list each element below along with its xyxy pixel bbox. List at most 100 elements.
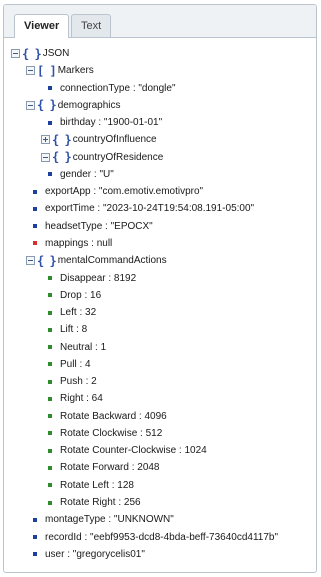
tree-row: Drop : 16 <box>45 287 101 304</box>
tree-node-label: Rotate Right : 256 <box>60 497 141 509</box>
tree-row: Right : 64 <box>45 390 103 407</box>
tree-row: Push : 2 <box>45 373 97 390</box>
value-bullet-icon <box>33 517 37 522</box>
value-bullet-icon <box>33 189 37 194</box>
array-icon: [ ] <box>37 63 57 78</box>
value-bullet-icon <box>48 414 52 419</box>
json-viewer-panel: Viewer Text { } JSON[ ] Markers connectionT… <box>3 4 317 573</box>
collapse-toggle-icon[interactable] <box>26 256 35 266</box>
tree-row[interactable]: { } demographics <box>26 97 121 114</box>
tree-row: montageType : "UNKNOWN" <box>30 511 174 528</box>
object-icon: { } <box>52 150 72 165</box>
tree-row: Disappear : 8192 <box>45 270 136 287</box>
tree-row: headsetType : "EPOCX" <box>30 218 153 235</box>
tree-node-label: exportApp : "com.emotiv.emotivpro" <box>45 186 204 198</box>
expand-toggle-icon[interactable] <box>41 135 50 145</box>
tree-node-label: mentalCommandActions <box>57 255 167 267</box>
tree-row: user : "gregorycelis01" <box>30 546 145 563</box>
tree-node-label: JSON <box>42 48 70 59</box>
tree-row: Rotate Right : 256 <box>45 494 141 511</box>
tree-row: Pull : 4 <box>45 356 91 373</box>
value-bullet-icon <box>48 293 52 298</box>
tree-row: recordId : "eebf9953-dcd8-4bda-beff-7364… <box>30 529 278 546</box>
tree-node-label: Rotate Clockwise : 512 <box>60 427 163 439</box>
tree-node-label: Rotate Counter-Clockwise : 1024 <box>60 445 207 457</box>
value-bullet-icon <box>48 327 52 332</box>
object-icon: { } <box>22 46 42 61</box>
collapse-toggle-icon[interactable] <box>11 49 20 58</box>
tab-viewer[interactable]: Viewer <box>14 14 70 38</box>
tree-node-label: recordId : "eebf9953-dcd8-4bda-beff-7364… <box>45 531 279 543</box>
value-bullet-icon <box>48 172 52 177</box>
tree-row[interactable]: { } JSON <box>11 45 69 62</box>
value-bullet-icon <box>48 120 52 125</box>
value-bullet-icon <box>33 241 37 246</box>
tree-node-label: Rotate Left : 128 <box>60 479 134 491</box>
value-bullet-icon <box>48 345 52 350</box>
tree-node-label: Right : 64 <box>60 393 103 405</box>
collapse-toggle-icon[interactable] <box>26 66 35 76</box>
tree-node-label: user : "gregorycelis01" <box>45 548 145 560</box>
tree-row: Rotate Counter-Clockwise : 1024 <box>45 442 207 459</box>
tree-row: Rotate Clockwise : 512 <box>45 425 162 442</box>
tree-row[interactable]: { } mentalCommandActions <box>26 252 167 269</box>
tree-row[interactable]: { } countryOfInfluence <box>41 131 157 148</box>
tab-text[interactable]: Text <box>71 14 112 37</box>
tree-node-label: headsetType : "EPOCX" <box>45 220 153 232</box>
tree-node-label: Lift : 8 <box>60 324 88 336</box>
value-bullet-icon <box>48 276 52 280</box>
tree-node-label: birthday : "1900-01-01" <box>60 117 163 129</box>
value-bullet-icon <box>48 310 52 315</box>
tree-row: mappings : null <box>30 235 112 252</box>
tree-node-label: countryOfResidence <box>72 151 164 163</box>
tree-row: Neutral : 1 <box>45 339 106 356</box>
tree-row: gender : "U" <box>45 166 114 183</box>
tree-node-label: Markers <box>57 65 94 77</box>
tree-node-label: mappings : null <box>45 237 113 249</box>
tree-node-label: Neutral : 1 <box>60 341 107 353</box>
value-bullet-icon <box>48 483 52 488</box>
value-bullet-icon <box>48 431 52 436</box>
tree-node-label: connectionType : "dongle" <box>60 82 176 94</box>
tree-node-label: Pull : 4 <box>60 358 91 370</box>
tree-row[interactable]: { } countryOfResidence <box>41 149 163 166</box>
tree-node-label: Left : 32 <box>60 307 97 319</box>
collapse-toggle-icon[interactable] <box>26 100 35 110</box>
tab-bar: Viewer Text <box>4 5 316 38</box>
value-bullet-icon <box>33 552 37 557</box>
value-bullet-icon <box>33 206 37 211</box>
value-bullet-icon <box>48 448 52 453</box>
tree-row: exportApp : "com.emotiv.emotivpro" <box>30 183 203 200</box>
tree-row: connectionType : "dongle" <box>45 80 176 97</box>
value-bullet-icon <box>48 86 52 91</box>
tree-row: Lift : 8 <box>45 321 87 338</box>
value-bullet-icon <box>48 379 52 384</box>
collapse-toggle-icon[interactable] <box>41 152 50 162</box>
value-bullet-icon <box>48 500 52 505</box>
tree-node-label: Drop : 16 <box>60 289 102 301</box>
tree-node-label: demographics <box>57 99 121 111</box>
value-bullet-icon <box>48 362 52 367</box>
tree-node-label: Disappear : 8192 <box>60 272 137 284</box>
tree-row[interactable]: [ ] Markers <box>26 62 94 79</box>
value-bullet-icon <box>48 396 52 401</box>
object-icon: { } <box>37 253 57 268</box>
tree-node-label: countryOfInfluence <box>72 134 157 146</box>
tree-row: Rotate Backward : 4096 <box>45 408 167 425</box>
tree-node-label: montageType : "UNKNOWN" <box>45 514 174 526</box>
tree-row: Rotate Forward : 2048 <box>45 459 160 476</box>
tree-node-label: gender : "U" <box>60 168 114 180</box>
value-bullet-icon <box>48 465 52 470</box>
value-bullet-icon <box>33 224 37 229</box>
value-bullet-icon <box>33 535 37 540</box>
tree-row: Rotate Left : 128 <box>45 477 134 494</box>
tree-node-label: exportTime : "2023-10-24T19:54:08.191-05… <box>45 203 255 215</box>
tree-node-label: Rotate Forward : 2048 <box>60 462 160 474</box>
object-icon: { } <box>52 132 72 147</box>
tree-node-label: Rotate Backward : 4096 <box>60 410 167 422</box>
tree-node-label: Push : 2 <box>60 376 97 388</box>
tree-row: Left : 32 <box>45 304 96 321</box>
object-icon: { } <box>37 98 57 113</box>
tree-row: exportTime : "2023-10-24T19:54:08.191-05… <box>30 200 254 217</box>
tree-row: birthday : "1900-01-01" <box>45 114 162 131</box>
